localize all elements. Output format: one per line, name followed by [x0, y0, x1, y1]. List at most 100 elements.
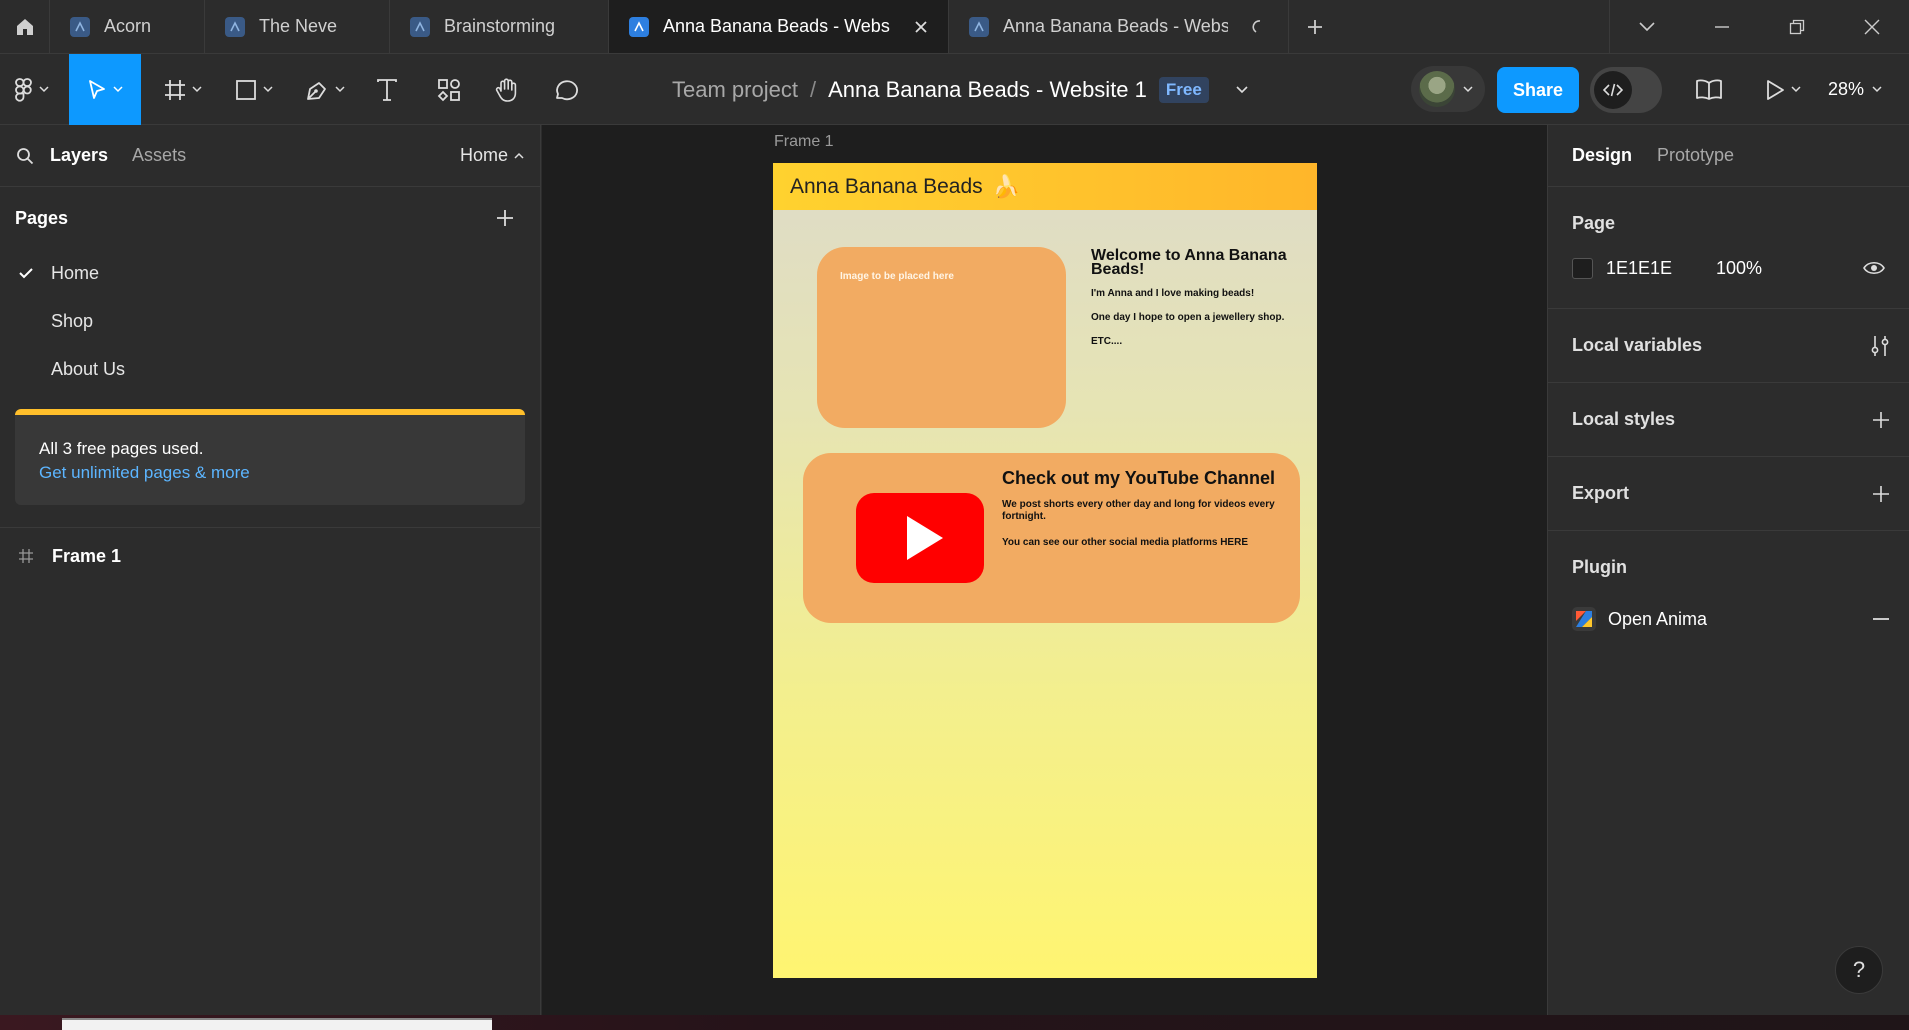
image-placeholder-card[interactable]: Image to be placed here — [817, 247, 1066, 428]
page-section-title: Page — [1572, 213, 1616, 233]
welcome-line: I'm Anna and I love making beads! — [1091, 288, 1255, 299]
tab-brainstorming[interactable]: Brainstorming — [390, 0, 609, 53]
zoom-control[interactable]: 28% — [1828, 54, 1882, 125]
pages-title: Pages — [15, 207, 69, 228]
main-menu-button[interactable] — [8, 54, 56, 125]
resources-tool-button[interactable] — [432, 54, 466, 125]
hand-icon — [495, 77, 517, 102]
page-item-home[interactable]: Home — [0, 249, 540, 297]
upsell-text: All 3 free pages used. — [39, 439, 204, 458]
page-label: About Us — [51, 358, 126, 379]
tab-anna-banana-beads-active[interactable]: Anna Banana Beads - Website — [609, 0, 949, 53]
chevron-down-icon — [113, 86, 123, 93]
frame-1[interactable]: Anna Banana Beads 🍌 Image to be placed h… — [773, 163, 1317, 978]
layer-frame-1[interactable]: Frame 1 — [0, 532, 540, 580]
variables-adjust-icon[interactable] — [1869, 335, 1891, 357]
tab-prototype[interactable]: Prototype — [1657, 145, 1734, 166]
check-icon — [18, 268, 33, 279]
export-section: Export — [1548, 457, 1909, 531]
tab-layers[interactable]: Layers — [50, 145, 108, 166]
local-styles-title: Local styles — [1572, 409, 1676, 429]
welcome-heading: Welcome to Anna Banana Beads! — [1091, 247, 1287, 278]
hand-tool-button[interactable] — [490, 54, 524, 125]
zoom-level: 28% — [1828, 79, 1865, 99]
local-variables-section: Local variables — [1548, 309, 1909, 383]
layer-label: Frame 1 — [52, 545, 122, 566]
tab-acorn[interactable]: Acorn — [50, 0, 205, 53]
welcome-line: One day I hope to open a jewellery shop. — [1091, 312, 1285, 323]
plugin-name: Open Anima — [1608, 608, 1708, 629]
add-page-icon[interactable] — [495, 208, 515, 228]
close-tab-icon[interactable] — [914, 20, 928, 34]
tab-assets[interactable]: Assets — [132, 145, 186, 166]
toolbar: Team project / Anna Banana Beads - Websi… — [0, 54, 1909, 125]
page-item-about-us[interactable]: About Us — [0, 345, 540, 393]
help-button[interactable]: ? — [1835, 946, 1883, 994]
multiplayer-avatar-button[interactable] — [1411, 66, 1485, 112]
chevron-down-icon[interactable] — [1235, 85, 1249, 95]
plugin-item-open-anima[interactable]: Open Anima — [1572, 592, 1889, 646]
plugin-section: Plugin Open Anima — [1548, 531, 1909, 646]
site-title[interactable]: Anna Banana Beads — [790, 175, 983, 199]
minimize-button[interactable] — [1684, 0, 1759, 53]
banana-emoji: 🍌 — [992, 173, 1021, 199]
file-name[interactable]: Anna Banana Beads - Website 1 — [828, 77, 1147, 103]
eye-icon[interactable] — [1863, 260, 1885, 276]
chevron-down-icon — [1791, 86, 1801, 93]
minus-icon[interactable] — [1871, 609, 1891, 629]
tab-design[interactable]: Design — [1572, 145, 1632, 166]
pen-tool-button[interactable] — [300, 54, 350, 125]
current-page-selector[interactable]: Home — [460, 145, 524, 166]
page-color-input[interactable]: 1E1E1E — [1606, 258, 1716, 279]
home-icon — [16, 18, 33, 35]
chevron-down-icon — [263, 86, 273, 93]
present-button[interactable] — [1758, 54, 1808, 125]
welcome-text-block[interactable]: Welcome to Anna Banana Beads! I'm Anna a… — [1091, 247, 1306, 360]
dev-mode-toggle[interactable] — [1590, 67, 1662, 113]
plan-badge[interactable]: Free — [1158, 76, 1209, 103]
avatar — [1419, 71, 1455, 107]
team-link[interactable]: Team project — [672, 77, 798, 103]
plus-icon[interactable] — [1871, 410, 1891, 430]
home-button[interactable] — [0, 0, 50, 53]
tab-label: Brainstorming — [444, 16, 556, 36]
breadcrumb: Team project / Anna Banana Beads - Websi… — [672, 54, 1249, 125]
move-tool-button[interactable] — [69, 54, 141, 125]
frame-label[interactable]: Frame 1 — [774, 133, 834, 151]
upgrade-link[interactable]: Get unlimited pages & more — [39, 461, 501, 485]
plus-icon — [1308, 19, 1322, 34]
tabs-dropdown-button[interactable] — [1609, 0, 1684, 53]
site-header[interactable]: Anna Banana Beads 🍌 — [773, 163, 1317, 210]
frame-icon — [165, 79, 185, 100]
pages-limit-notice: All 3 free pages used. Get unlimited pag… — [15, 409, 525, 505]
page-item-shop[interactable]: Shop — [0, 297, 540, 345]
local-styles-section: Local styles — [1548, 383, 1909, 457]
tab-anna-banana-beads-loading[interactable]: Anna Banana Beads - Website — [949, 0, 1289, 53]
new-tab-button[interactable] — [1289, 0, 1341, 53]
canvas[interactable]: Frame 1 Anna Banana Beads 🍌 Image to be … — [542, 125, 1547, 1015]
tab-the-neve[interactable]: The Neve — [205, 0, 390, 53]
page-opacity-input[interactable]: 100% — [1716, 258, 1863, 279]
share-button[interactable]: Share — [1497, 67, 1579, 113]
comment-tool-button[interactable] — [549, 54, 583, 125]
youtube-card[interactable]: Check out my YouTube Channel We post sho… — [803, 453, 1300, 623]
page-color-swatch[interactable] — [1572, 257, 1593, 279]
image-placeholder-text: Image to be placed here — [840, 271, 954, 282]
shape-tool-button[interactable] — [229, 54, 279, 125]
chevron-down-icon — [39, 86, 49, 93]
frame-tool-button[interactable] — [158, 54, 208, 125]
comment-icon — [556, 79, 578, 100]
plus-icon[interactable] — [1871, 484, 1891, 504]
plugin-section-title: Plugin — [1572, 557, 1627, 577]
chevron-down-icon — [1639, 21, 1655, 31]
text-icon — [377, 78, 397, 101]
search-icon[interactable] — [16, 147, 34, 165]
text-tool-button[interactable] — [370, 54, 404, 125]
close-window-button[interactable] — [1834, 0, 1909, 53]
frame-icon — [19, 549, 33, 563]
library-button[interactable] — [1691, 54, 1727, 125]
restore-button[interactable] — [1759, 0, 1834, 53]
design-file-icon — [410, 16, 430, 37]
close-icon — [1864, 19, 1879, 34]
welcome-line: ETC.... — [1091, 336, 1123, 347]
